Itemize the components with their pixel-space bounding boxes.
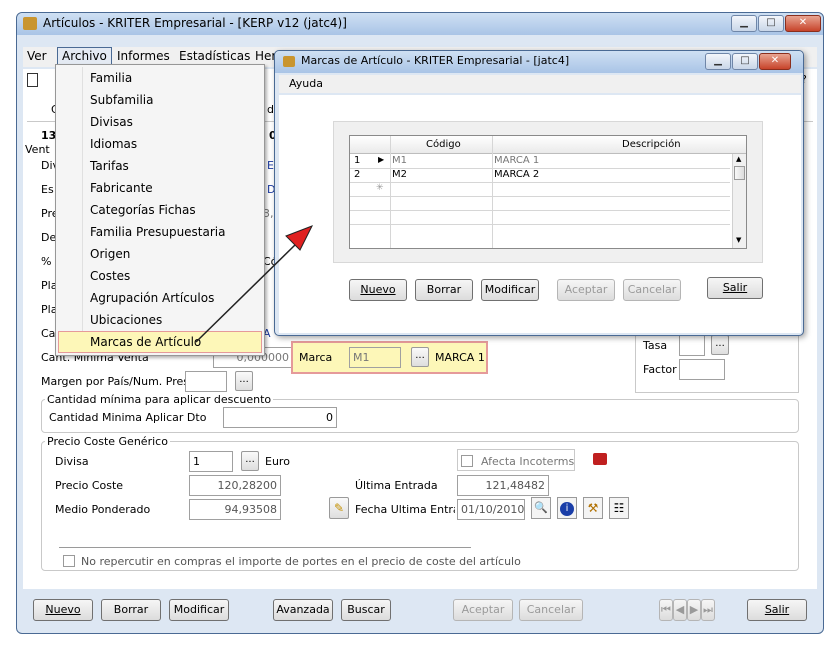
arrow-head — [285, 225, 314, 251]
annotation-arrow — [195, 225, 314, 343]
arrow-shaft — [195, 243, 297, 343]
